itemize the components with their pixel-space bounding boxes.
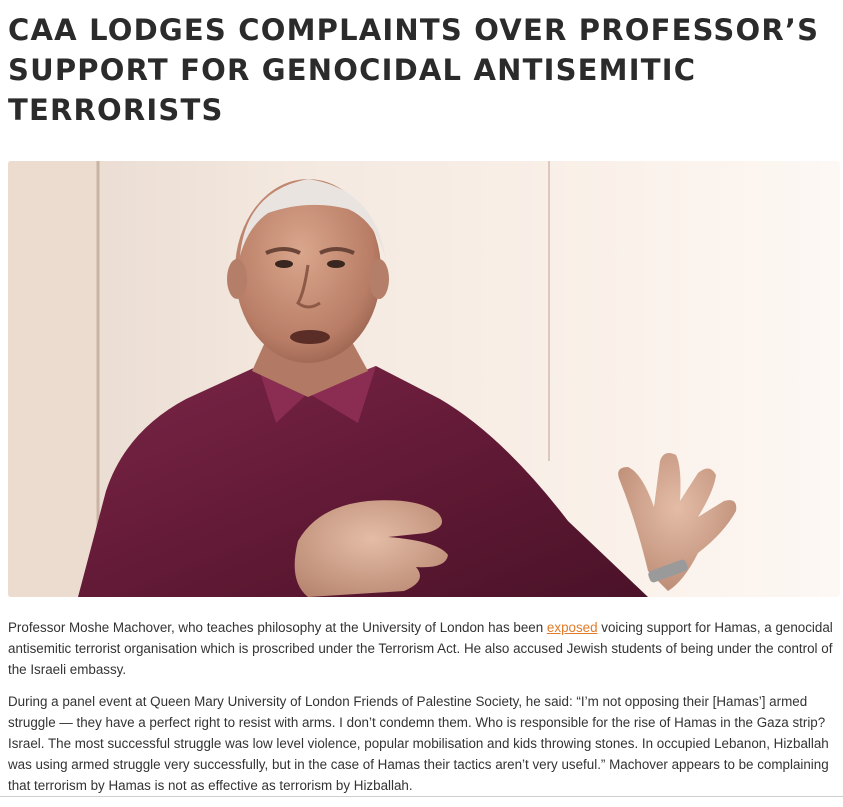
article-body: Professor Moshe Machover, who teaches ph…: [8, 617, 838, 807]
ear-left: [227, 259, 247, 299]
article-title: CAA LODGES COMPLAINTS OVER PROFESSOR’S S…: [8, 13, 820, 127]
eye-right: [327, 260, 345, 268]
mouth: [290, 330, 330, 344]
exposed-link[interactable]: exposed: [547, 620, 598, 635]
paragraph-text: Professor Moshe Machover, who teaches ph…: [8, 620, 547, 635]
article-paragraph: During a panel event at Queen Mary Unive…: [8, 694, 829, 793]
article-hero-photo: [8, 161, 840, 597]
eye-left: [275, 260, 293, 268]
article-paragraph: Professor Moshe Machover, who teaches ph…: [8, 617, 838, 680]
ear-right: [369, 259, 389, 299]
door-frame-left: [8, 161, 100, 597]
